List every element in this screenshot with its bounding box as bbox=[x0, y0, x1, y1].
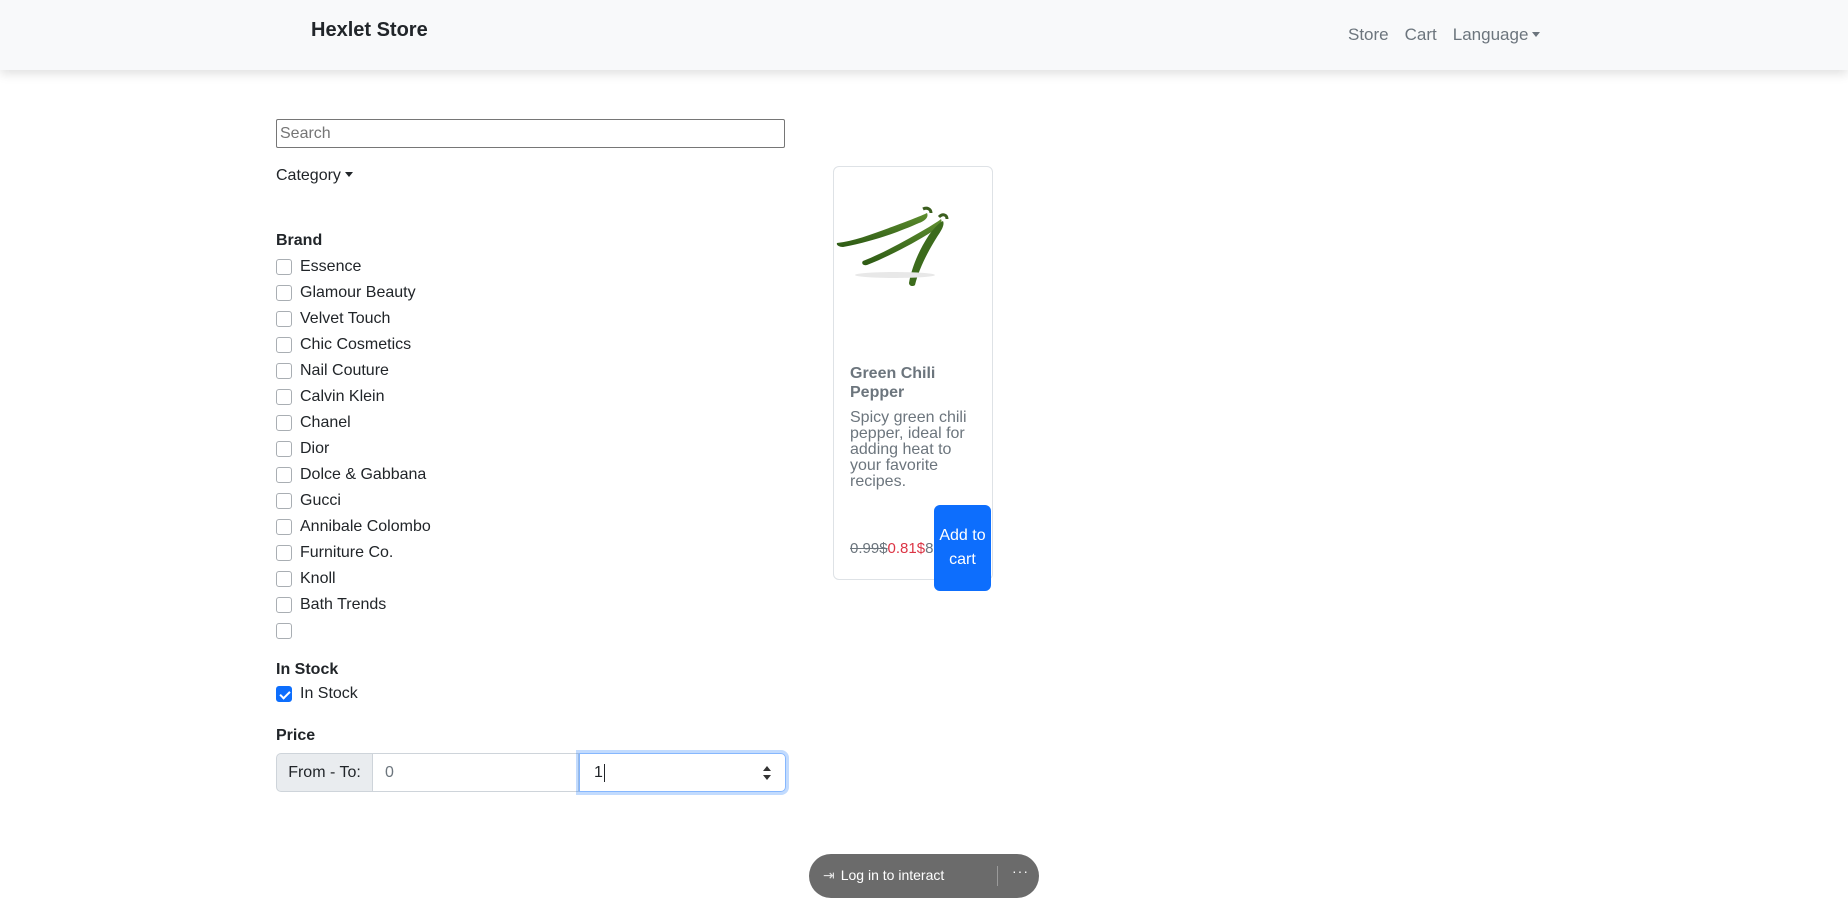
old-price: 0.99$ bbox=[850, 540, 888, 557]
brand-label: Annibale Colombo bbox=[300, 518, 431, 535]
brand-option[interactable]: Essence bbox=[276, 254, 431, 280]
language-label: Language bbox=[1452, 25, 1529, 44]
brand-checkbox[interactable] bbox=[276, 545, 292, 561]
product-title: Green Chili Pepper bbox=[850, 365, 936, 401]
sale-price: 0.81$ bbox=[887, 540, 926, 557]
brand-option[interactable]: Dior bbox=[276, 436, 431, 462]
brand-checkbox[interactable] bbox=[276, 467, 292, 483]
brand-label: Dior bbox=[300, 440, 330, 457]
price-to-value: 1 bbox=[594, 763, 603, 781]
login-icon: ⇥ bbox=[823, 867, 835, 883]
brand-option[interactable]: Bath Trends bbox=[276, 592, 431, 618]
brand-checkbox[interactable] bbox=[276, 363, 292, 379]
price-filter-title: Price bbox=[276, 727, 316, 744]
brand-option[interactable]: Dolce & Gabbana bbox=[276, 462, 431, 488]
brand-option[interactable]: Furniture Co. bbox=[276, 540, 431, 566]
in-stock-filter-title: In Stock bbox=[276, 661, 339, 678]
brand-label: Gucci bbox=[300, 492, 341, 509]
brand-checkbox[interactable] bbox=[276, 415, 292, 431]
brand-option[interactable]: Knoll bbox=[276, 566, 431, 592]
brand-label: Velvet Touch bbox=[300, 310, 391, 327]
brand-checkbox[interactable] bbox=[276, 441, 292, 457]
price-range-label: From - To: bbox=[276, 753, 373, 792]
brand-label: Nail Couture bbox=[300, 362, 389, 379]
brand-checkbox[interactable] bbox=[276, 597, 292, 613]
brand-option[interactable]: Gucci bbox=[276, 488, 431, 514]
brand-checkbox[interactable] bbox=[276, 259, 292, 275]
spinner-down-icon[interactable] bbox=[763, 775, 771, 780]
nav-links: Store Cart Language bbox=[1348, 25, 1556, 45]
brand-checkbox[interactable] bbox=[276, 285, 292, 301]
brand-label: Glamour Beauty bbox=[300, 284, 416, 301]
number-spinner[interactable] bbox=[763, 763, 773, 783]
product-card: Green Chili Pepper Spicy green chili pep… bbox=[833, 166, 993, 591]
brand-checkbox[interactable] bbox=[276, 493, 292, 509]
brand-option[interactable] bbox=[276, 618, 431, 644]
divider bbox=[997, 866, 998, 886]
price-from-input[interactable]: 0 bbox=[373, 753, 579, 792]
nav-link-store[interactable]: Store bbox=[1348, 25, 1389, 45]
more-options-icon[interactable]: ··· bbox=[1012, 863, 1029, 879]
brand-option[interactable]: Annibale Colombo bbox=[276, 514, 431, 540]
price-extra: 8 bbox=[925, 540, 934, 557]
brand-option[interactable]: Nail Couture bbox=[276, 358, 431, 384]
login-text: Log in to interact bbox=[840, 867, 945, 883]
brand-option[interactable]: Chic Cosmetics bbox=[276, 332, 431, 358]
login-overlay[interactable]: ⇥ Log in to interact ··· bbox=[809, 854, 1039, 898]
brand-label: Essence bbox=[300, 258, 362, 275]
caret-down-icon bbox=[344, 172, 353, 177]
brand-option[interactable]: Velvet Touch bbox=[276, 306, 431, 332]
in-stock-label: In Stock bbox=[300, 685, 358, 702]
language-dropdown[interactable]: Language bbox=[1453, 25, 1541, 45]
product-price: 0.99$0.81$8 bbox=[850, 540, 936, 557]
brand-label: Furniture Co. bbox=[300, 544, 394, 561]
brand-option[interactable]: Glamour Beauty bbox=[276, 280, 431, 306]
store-brand[interactable]: Hexlet Store bbox=[311, 19, 428, 42]
price-range-group: From - To: 0 1 bbox=[276, 753, 786, 792]
brand-checkbox[interactable] bbox=[276, 623, 292, 639]
brand-label: Knoll bbox=[300, 570, 336, 587]
caret-down-icon bbox=[1532, 32, 1541, 37]
spinner-up-icon[interactable] bbox=[763, 766, 771, 771]
product-description: Spicy green chili pepper, ideal for addi… bbox=[850, 409, 967, 490]
brand-label: Chanel bbox=[300, 414, 351, 431]
nav-link-cart[interactable]: Cart bbox=[1405, 25, 1437, 45]
in-stock-checkbox[interactable] bbox=[276, 686, 292, 702]
price-to-input[interactable]: 1 bbox=[579, 753, 786, 792]
in-stock-option[interactable]: In Stock bbox=[276, 681, 358, 707]
brand-filter-list: Essence Glamour Beauty Velvet Touch Chic Co… bbox=[276, 254, 431, 644]
text-cursor bbox=[603, 763, 605, 782]
brand-label: Bath Trends bbox=[300, 596, 387, 613]
brand-checkbox[interactable] bbox=[276, 389, 292, 405]
brand-filter-title: Brand bbox=[276, 232, 323, 249]
brand-label: Calvin Klein bbox=[300, 388, 385, 405]
brand-checkbox[interactable] bbox=[276, 519, 292, 535]
brand-label: Dolce & Gabbana bbox=[300, 466, 427, 483]
brand-option[interactable]: Chanel bbox=[276, 410, 431, 436]
brand-checkbox[interactable] bbox=[276, 311, 292, 327]
brand-checkbox[interactable] bbox=[276, 571, 292, 587]
brand-checkbox[interactable] bbox=[276, 337, 292, 353]
category-label: Category bbox=[276, 167, 341, 184]
brand-label: Chic Cosmetics bbox=[300, 336, 412, 353]
add-to-cart-button[interactable]: Add to cart bbox=[934, 505, 991, 591]
navbar: Hexlet Store Store Cart Language bbox=[0, 0, 1848, 70]
search-input[interactable] bbox=[276, 119, 785, 148]
product-image bbox=[836, 206, 949, 287]
category-dropdown[interactable]: Category bbox=[276, 167, 353, 185]
brand-option[interactable]: Calvin Klein bbox=[276, 384, 431, 410]
